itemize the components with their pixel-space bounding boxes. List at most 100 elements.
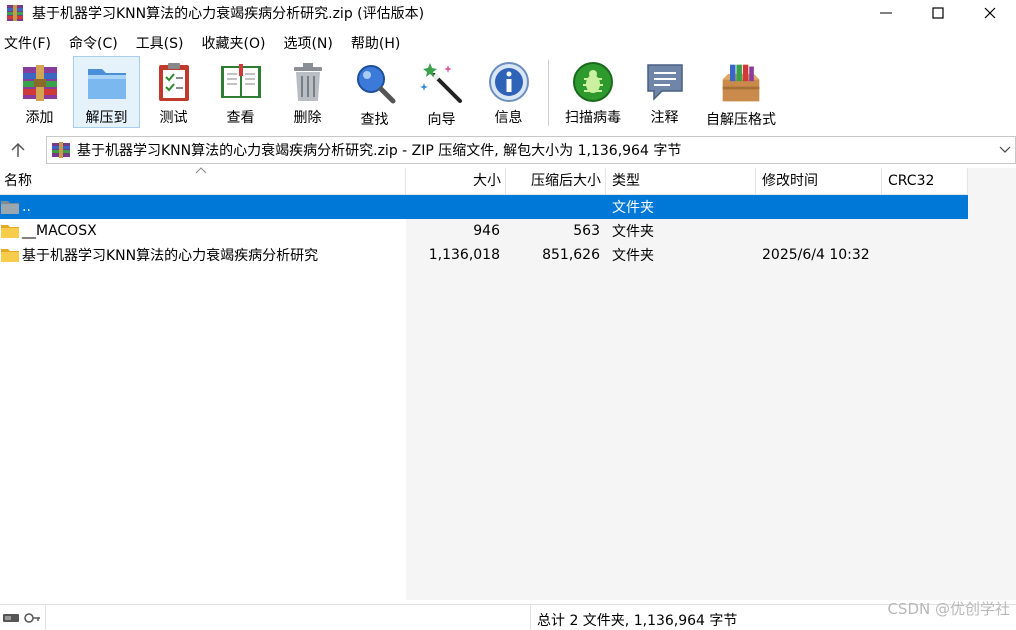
row-name-cell: .. — [0, 199, 406, 215]
column-header-type-label: 类型 — [612, 173, 640, 189]
column-header-packed-label: 压缩后大小 — [531, 173, 601, 189]
folder-icon — [1, 249, 19, 262]
menu-options[interactable]: 选项(N) — [283, 33, 341, 53]
row-name-cell: 基于机器学习KNN算法的心力衰竭疾病分析研究 — [0, 245, 406, 265]
archive-icon — [52, 142, 70, 158]
row-type: 文件夹 — [612, 248, 654, 264]
row-name: __MACOSX — [22, 223, 97, 239]
status-icons — [0, 605, 46, 630]
minimize-icon — [880, 12, 892, 14]
toolbar-separator — [548, 60, 549, 126]
row-packed: 851,626 — [542, 247, 600, 263]
delete-label: 删除 — [293, 110, 322, 126]
drive-key-icon[interactable] — [2, 611, 42, 625]
column-header-modified-label: 修改时间 — [762, 173, 818, 189]
column-header-name-label: 名称 — [4, 173, 32, 189]
column-header-type[interactable]: 类型 — [606, 168, 756, 195]
minimize-button[interactable] — [860, 0, 912, 26]
virus-scan-bug-icon — [571, 61, 615, 103]
test-clipboard-icon — [152, 61, 196, 103]
magic-wand-icon — [419, 61, 464, 105]
window-controls — [860, 0, 1016, 26]
column-header-size-label: 大小 — [473, 173, 501, 189]
row-packed: 563 — [573, 223, 600, 239]
maximize-icon — [932, 7, 944, 19]
archive-path-field[interactable]: 基于机器学习KNN算法的心力衰竭疾病分析研究.zip - ZIP 压缩文件, 解… — [46, 136, 1016, 164]
comment-label: 注释 — [650, 110, 679, 126]
extract-to-label: 解压到 — [85, 110, 128, 126]
row-size: 1,136,018 — [428, 247, 500, 263]
watermark: CSDN @优创学社 — [887, 600, 1010, 618]
table-row[interactable]: .. 文件夹 — [0, 195, 968, 219]
sfx-label: 自解压格式 — [706, 112, 776, 128]
find-button[interactable]: 查找 — [341, 56, 408, 128]
add-archive-icon — [18, 61, 62, 103]
up-folder-button[interactable] — [0, 136, 36, 164]
info-button[interactable]: 信息 — [475, 56, 542, 128]
row-type: 文件夹 — [612, 200, 654, 216]
column-header-row: 名称 大小 压缩后大小 类型 修改时间 CRC32 — [0, 167, 968, 195]
close-icon — [984, 7, 996, 19]
file-rows: .. 文件夹 __MACOSX 946 563 文件夹 基于机器学习KNN算法的… — [0, 195, 968, 267]
maximize-button[interactable] — [912, 0, 964, 26]
table-row[interactable]: __MACOSX 946 563 文件夹 — [0, 219, 968, 243]
menu-favorites[interactable]: 收藏夹(O) — [202, 33, 275, 53]
trash-icon — [286, 61, 330, 103]
arrow-up-icon — [11, 142, 25, 157]
wizard-button[interactable]: 向导 — [408, 56, 475, 128]
row-name: .. — [22, 199, 31, 215]
status-divider — [530, 605, 531, 630]
test-button[interactable]: 测试 — [140, 56, 207, 128]
folder-icon — [1, 225, 19, 238]
view-book-icon — [219, 61, 263, 103]
column-header-packed[interactable]: 压缩后大小 — [506, 168, 606, 195]
sfx-button[interactable]: 自解压格式 — [698, 56, 784, 128]
row-type: 文件夹 — [612, 224, 654, 240]
status-summary: 总计 2 文件夹, 1,136,964 字节 — [537, 613, 738, 629]
extract-to-button[interactable]: 解压到 — [73, 56, 140, 128]
add-label: 添加 — [25, 110, 54, 126]
window-title: 基于机器学习KNN算法的心力衰竭疾病分析研究.zip (评估版本) — [32, 6, 425, 22]
address-bar: 基于机器学习KNN算法的心力衰竭疾病分析研究.zip - ZIP 压缩文件, 解… — [0, 136, 1016, 164]
sfx-box-icon — [719, 61, 763, 105]
menu-tools[interactable]: 工具(S) — [136, 33, 193, 53]
column-header-crc-label: CRC32 — [888, 173, 935, 189]
winrar-app-icon[interactable] — [6, 4, 24, 22]
row-modified: 2025/6/4 10:32 — [762, 247, 870, 263]
parent-folder-icon — [1, 201, 19, 214]
menu-help[interactable]: 帮助(H) — [351, 33, 409, 53]
extract-folder-icon — [85, 61, 129, 103]
menu-bar: 文件(F) 命令(C) 工具(S) 收藏夹(O) 选项(N) 帮助(H) — [0, 32, 418, 54]
column-header-name[interactable]: 名称 — [0, 167, 406, 195]
wizard-label: 向导 — [427, 112, 456, 128]
delete-button[interactable]: 删除 — [274, 56, 341, 128]
close-button[interactable] — [964, 0, 1016, 26]
file-list: 名称 大小 压缩后大小 类型 修改时间 CRC32 .. 文件夹 __MACOS… — [0, 167, 1016, 600]
row-size: 946 — [473, 223, 500, 239]
menu-file[interactable]: 文件(F) — [4, 33, 60, 53]
virus-scan-button[interactable]: 扫描病毒 — [555, 56, 631, 128]
row-name: 基于机器学习KNN算法的心力衰竭疾病分析研究 — [22, 248, 319, 264]
info-icon — [487, 61, 531, 103]
title-bar: 基于机器学习KNN算法的心力衰竭疾病分析研究.zip (评估版本) — [0, 0, 1016, 26]
view-label: 查看 — [226, 110, 255, 126]
view-button[interactable]: 查看 — [207, 56, 274, 128]
column-header-modified[interactable]: 修改时间 — [756, 168, 882, 195]
virus-scan-label: 扫描病毒 — [565, 110, 621, 126]
info-label: 信息 — [494, 110, 523, 126]
magnifier-icon — [353, 61, 397, 105]
chevron-down-icon[interactable] — [999, 143, 1011, 157]
comment-button[interactable]: 注释 — [631, 56, 698, 128]
find-label: 查找 — [360, 112, 389, 128]
column-header-size[interactable]: 大小 — [406, 168, 506, 195]
row-name-cell: __MACOSX — [0, 223, 406, 239]
menu-commands[interactable]: 命令(C) — [69, 33, 127, 53]
archive-path-text: 基于机器学习KNN算法的心力衰竭疾病分析研究.zip - ZIP 压缩文件, 解… — [77, 143, 682, 159]
toolbar: 添加 解压到 测试 查看 删除 查找 向导 信息 扫描病毒 注释 自解压格式 — [0, 56, 1016, 130]
column-header-crc[interactable]: CRC32 — [882, 168, 968, 195]
sort-ascending-icon — [195, 167, 207, 174]
add-button[interactable]: 添加 — [6, 56, 73, 128]
table-row[interactable]: 基于机器学习KNN算法的心力衰竭疾病分析研究 1,136,018 851,626… — [0, 243, 968, 267]
status-bar: 总计 2 文件夹, 1,136,964 字节 — [0, 604, 1016, 630]
test-label: 测试 — [159, 110, 188, 126]
